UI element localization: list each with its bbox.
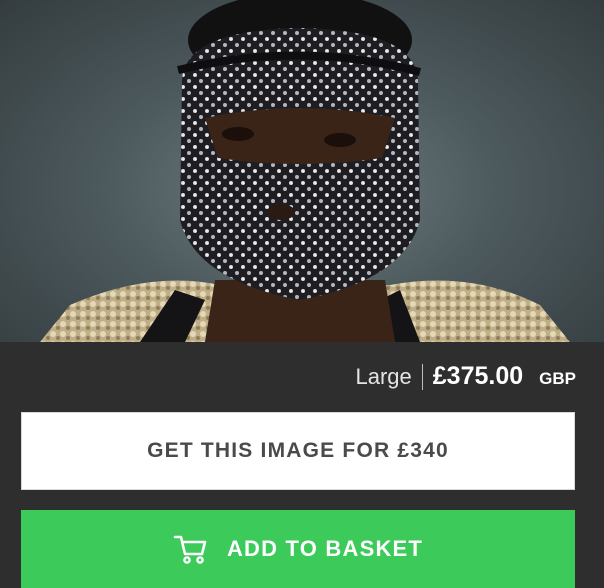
product-photo bbox=[0, 0, 604, 342]
price-divider bbox=[421, 363, 423, 390]
price-amount: £375.00 bbox=[432, 362, 524, 390]
price-row: Large £375.00 GBP bbox=[356, 362, 577, 391]
get-image-button[interactable]: GET THIS IMAGE FOR £340 bbox=[21, 412, 575, 490]
masked-person-illustration bbox=[40, 0, 570, 342]
shopping-cart-icon bbox=[173, 535, 207, 564]
size-label: Large bbox=[355, 364, 412, 389]
add-to-basket-button[interactable]: ADD TO BASKET bbox=[21, 510, 575, 588]
add-to-basket-label: ADD TO BASKET bbox=[226, 536, 424, 561]
purchase-panel: Large £375.00 GBP GET THIS IMAGE FOR £34… bbox=[0, 342, 604, 588]
currency-code: GBP bbox=[539, 369, 576, 388]
get-image-button-label: GET THIS IMAGE FOR £340 bbox=[147, 439, 449, 462]
